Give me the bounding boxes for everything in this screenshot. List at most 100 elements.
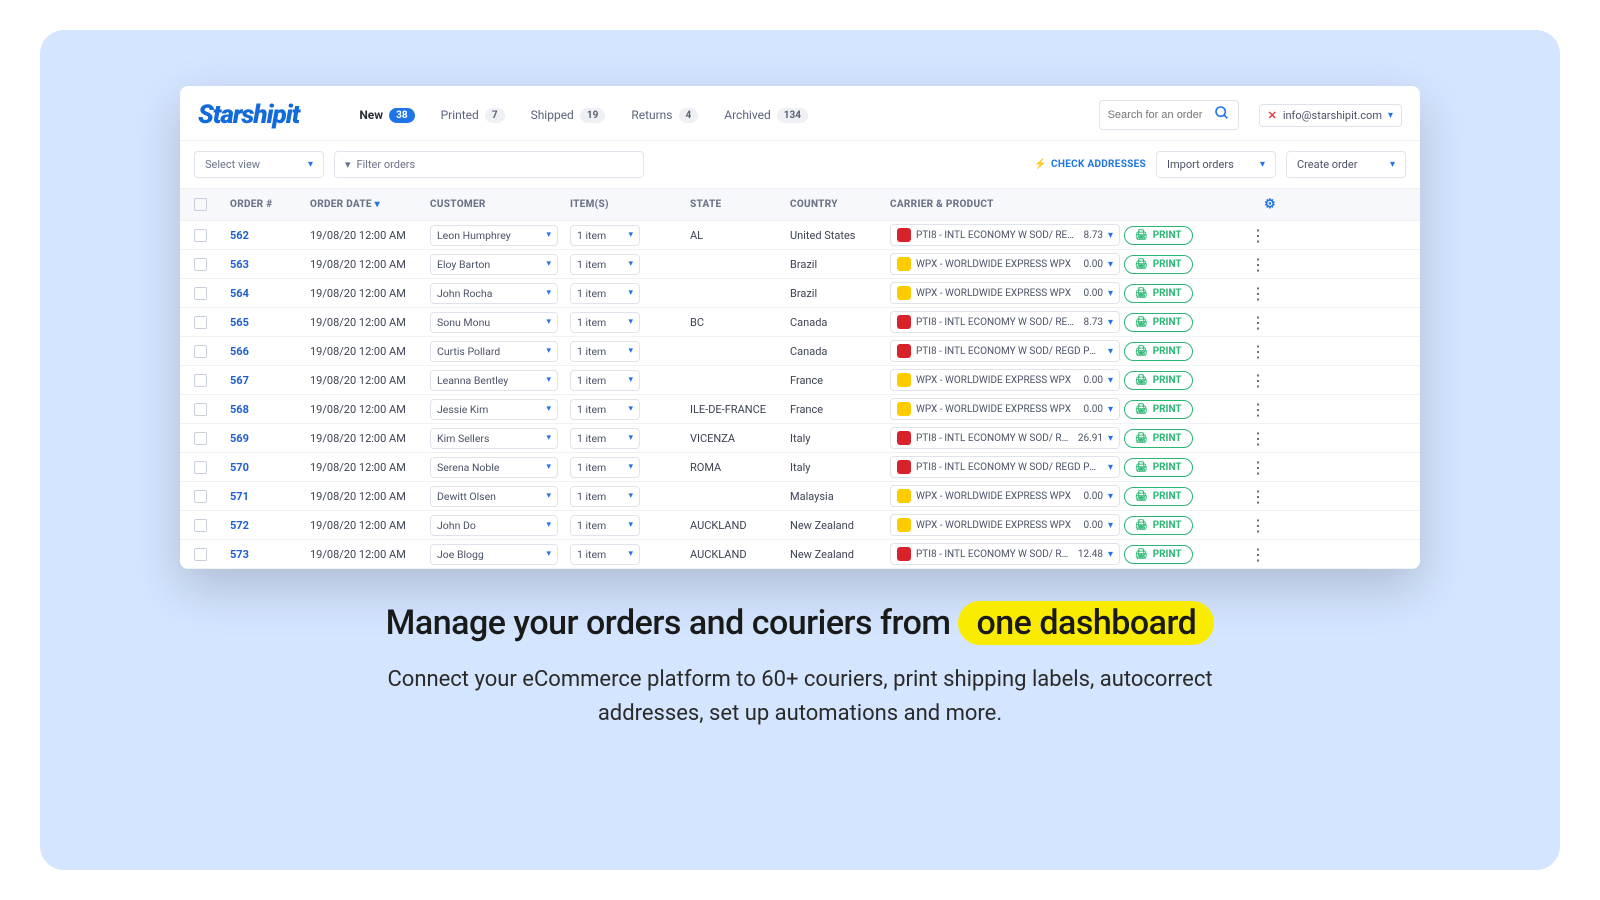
items-select[interactable]: 1 item▾ (570, 283, 640, 304)
row-menu-button[interactable]: ⋮ (1240, 255, 1276, 274)
row-menu-button[interactable]: ⋮ (1240, 516, 1276, 535)
order-number-link[interactable]: 573 (230, 548, 310, 561)
carrier-select[interactable]: WPX - WORLDWIDE EXPRESS WPX 0.00 ▾ (890, 253, 1120, 275)
row-menu-button[interactable]: ⋮ (1240, 313, 1276, 332)
customer-select[interactable]: John Do▾ (430, 515, 558, 536)
search-input[interactable] (1099, 100, 1239, 130)
carrier-select[interactable]: PTI8 - INTL ECONOMY W SOD/ REGD POST ▾ (890, 340, 1120, 362)
tab-shipped[interactable]: Shipped19 (531, 108, 606, 123)
row-menu-button[interactable]: ⋮ (1240, 342, 1276, 361)
items-select[interactable]: 1 item▾ (570, 341, 640, 362)
customer-select[interactable]: Dewitt Olsen▾ (430, 486, 558, 507)
row-menu-button[interactable]: ⋮ (1240, 226, 1276, 245)
col-customer[interactable]: CUSTOMER (430, 199, 570, 210)
col-state[interactable]: STATE (690, 199, 790, 210)
carrier-select[interactable]: WPX - WORLDWIDE EXPRESS WPX 0.00 ▾ (890, 485, 1120, 507)
tab-new[interactable]: New38 (359, 108, 414, 123)
order-number-link[interactable]: 565 (230, 316, 310, 329)
items-select[interactable]: 1 item▾ (570, 225, 640, 246)
carrier-select[interactable]: WPX - WORLDWIDE EXPRESS WPX 0.00 ▾ (890, 369, 1120, 391)
row-checkbox[interactable] (194, 287, 207, 300)
carrier-select[interactable]: PTI8 - INTL ECONOMY W SOD/ REG… 12.48 ▾ (890, 543, 1120, 565)
row-checkbox[interactable] (194, 374, 207, 387)
customer-select[interactable]: Kim Sellers▾ (430, 428, 558, 449)
print-button[interactable]: 🖨PRINT (1124, 342, 1193, 361)
items-select[interactable]: 1 item▾ (570, 370, 640, 391)
row-menu-button[interactable]: ⋮ (1240, 371, 1276, 390)
print-button[interactable]: 🖨PRINT (1124, 400, 1193, 419)
items-select[interactable]: 1 item▾ (570, 544, 640, 565)
carrier-select[interactable]: WPX - WORLDWIDE EXPRESS WPX 0.00 ▾ (890, 282, 1120, 304)
customer-select[interactable]: Curtis Pollard▾ (430, 341, 558, 362)
print-button[interactable]: 🖨PRINT (1124, 371, 1193, 390)
gear-icon[interactable]: ⚙ (1240, 197, 1276, 212)
order-number-link[interactable]: 570 (230, 461, 310, 474)
check-addresses-link[interactable]: ⚡ CHECK ADDRESSES (1034, 159, 1146, 170)
row-menu-button[interactable]: ⋮ (1240, 429, 1276, 448)
import-orders-dropdown[interactable]: Import orders ▾ (1156, 151, 1276, 178)
customer-select[interactable]: Sonu Monu▾ (430, 312, 558, 333)
col-carrier[interactable]: CARRIER & PRODUCT (890, 199, 1120, 210)
order-number-link[interactable]: 562 (230, 229, 310, 242)
row-checkbox[interactable] (194, 461, 207, 474)
row-checkbox[interactable] (194, 403, 207, 416)
print-button[interactable]: 🖨PRINT (1124, 487, 1193, 506)
carrier-select[interactable]: WPX - WORLDWIDE EXPRESS WPX 0.00 ▾ (890, 514, 1120, 536)
print-button[interactable]: 🖨PRINT (1124, 313, 1193, 332)
items-select[interactable]: 1 item▾ (570, 312, 640, 333)
row-checkbox[interactable] (194, 316, 207, 329)
customer-select[interactable]: John Rocha▾ (430, 283, 558, 304)
carrier-select[interactable]: PTI8 - INTL ECONOMY W SOD/ REGD POST ▾ (890, 456, 1120, 478)
carrier-select[interactable]: PTI8 - INTL ECONOMY W SOD/ REG… 8.73 ▾ (890, 224, 1120, 246)
carrier-select[interactable]: PTI8 - INTL ECONOMY W SOD/ REG… 26.91 ▾ (890, 427, 1120, 449)
tab-printed[interactable]: Printed7 (441, 108, 505, 123)
customer-select[interactable]: Leanna Bentley▾ (430, 370, 558, 391)
customer-select[interactable]: Eloy Barton▾ (430, 254, 558, 275)
select-all-checkbox[interactable] (194, 198, 207, 211)
carrier-select[interactable]: WPX - WORLDWIDE EXPRESS WPX 0.00 ▾ (890, 398, 1120, 420)
create-order-dropdown[interactable]: Create order ▾ (1286, 151, 1406, 178)
print-button[interactable]: 🖨PRINT (1124, 255, 1193, 274)
row-checkbox[interactable] (194, 432, 207, 445)
col-order[interactable]: ORDER # (230, 199, 310, 210)
print-button[interactable]: 🖨PRINT (1124, 458, 1193, 477)
row-checkbox[interactable] (194, 490, 207, 503)
row-menu-button[interactable]: ⋮ (1240, 545, 1276, 564)
row-menu-button[interactable]: ⋮ (1240, 284, 1276, 303)
order-number-link[interactable]: 566 (230, 345, 310, 358)
select-view-dropdown[interactable]: Select view ▾ (194, 151, 324, 178)
items-select[interactable]: 1 item▾ (570, 254, 640, 275)
print-button[interactable]: 🖨PRINT (1124, 545, 1193, 564)
order-number-link[interactable]: 571 (230, 490, 310, 503)
row-menu-button[interactable]: ⋮ (1240, 400, 1276, 419)
col-country[interactable]: COUNTRY (790, 199, 890, 210)
items-select[interactable]: 1 item▾ (570, 486, 640, 507)
items-select[interactable]: 1 item▾ (570, 457, 640, 478)
order-number-link[interactable]: 568 (230, 403, 310, 416)
customer-select[interactable]: Serena Noble▾ (430, 457, 558, 478)
order-number-link[interactable]: 569 (230, 432, 310, 445)
row-checkbox[interactable] (194, 229, 207, 242)
print-button[interactable]: 🖨PRINT (1124, 516, 1193, 535)
customer-select[interactable]: Jessie Kim▾ (430, 399, 558, 420)
print-button[interactable]: 🖨PRINT (1124, 284, 1193, 303)
account-dropdown[interactable]: ✕ info@starshipit.com ▾ (1259, 104, 1402, 127)
search-field[interactable] (1108, 109, 1208, 121)
customer-select[interactable]: Leon Humphrey▾ (430, 225, 558, 246)
items-select[interactable]: 1 item▾ (570, 515, 640, 536)
tab-archived[interactable]: Archived134 (724, 108, 808, 123)
order-number-link[interactable]: 572 (230, 519, 310, 532)
row-menu-button[interactable]: ⋮ (1240, 487, 1276, 506)
carrier-select[interactable]: PTI8 - INTL ECONOMY W SOD/ REG… 8.73 ▾ (890, 311, 1120, 333)
col-items[interactable]: ITEM(S) (570, 199, 690, 210)
items-select[interactable]: 1 item▾ (570, 399, 640, 420)
filter-orders-input[interactable]: ▾ Filter orders (334, 151, 644, 178)
row-checkbox[interactable] (194, 258, 207, 271)
order-number-link[interactable]: 567 (230, 374, 310, 387)
order-number-link[interactable]: 564 (230, 287, 310, 300)
items-select[interactable]: 1 item▾ (570, 428, 640, 449)
col-date[interactable]: ORDER DATE ▾ (310, 199, 430, 210)
order-number-link[interactable]: 563 (230, 258, 310, 271)
customer-select[interactable]: Joe Blogg▾ (430, 544, 558, 565)
row-menu-button[interactable]: ⋮ (1240, 458, 1276, 477)
